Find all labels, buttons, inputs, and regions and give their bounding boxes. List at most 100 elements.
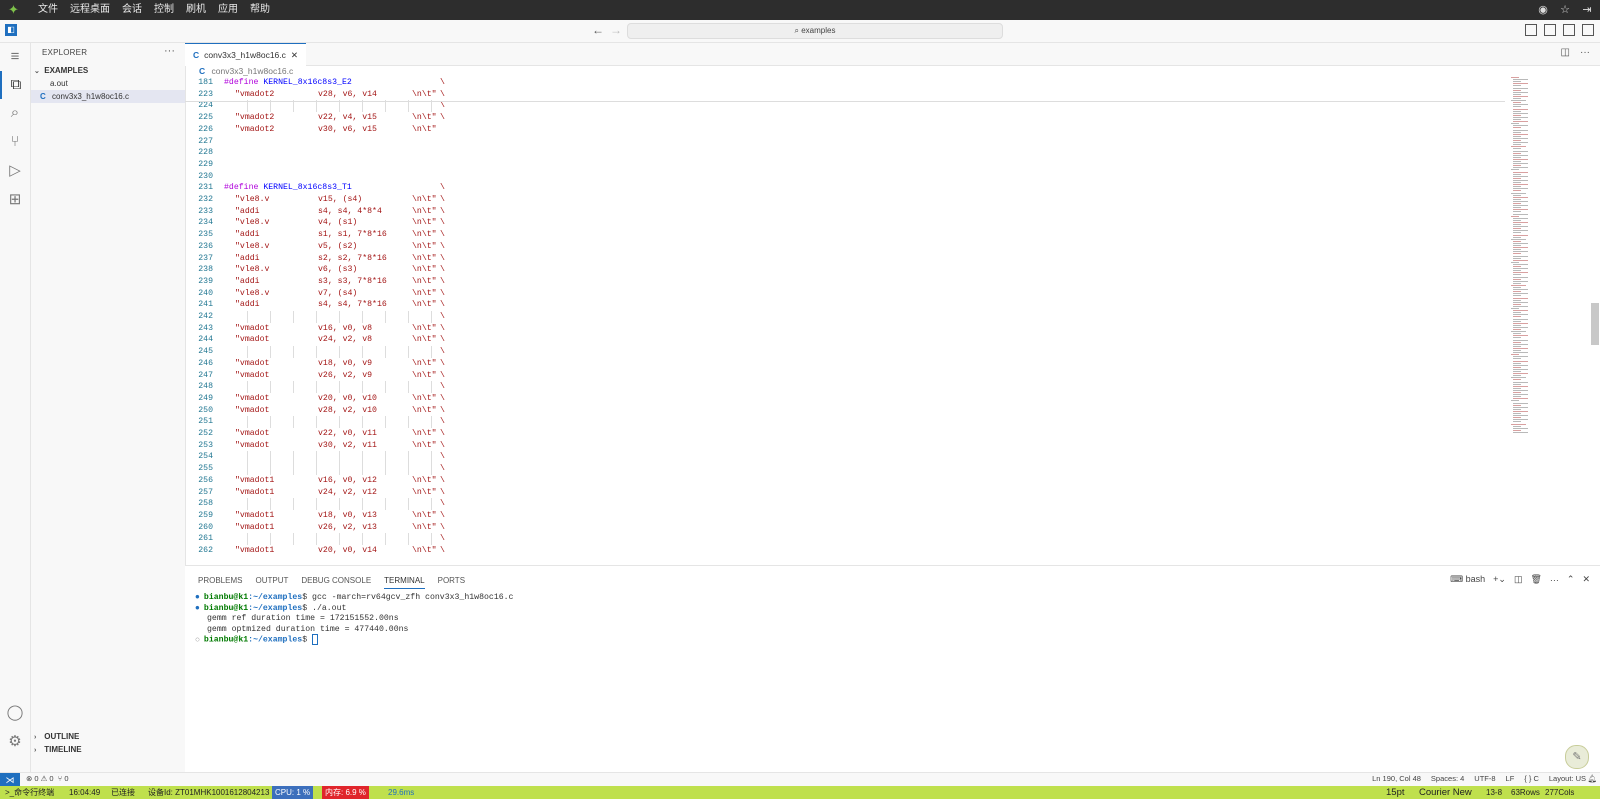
split-terminal-icon[interactable]: ◫ xyxy=(1514,574,1523,585)
keyboard-layout[interactable]: Layout: US xyxy=(1549,774,1586,783)
menu-flash[interactable]: 刷机 xyxy=(186,0,206,20)
minimap-line xyxy=(1513,150,1528,152)
code-line: 246 "vmadot v18, v0, v9 \n\t" \ xyxy=(185,358,785,370)
font-name[interactable]: Courier New xyxy=(1416,786,1475,799)
line-number: 250 xyxy=(198,405,213,415)
file-item-conv3x3[interactable]: C conv3x3_h1w8oc16.c xyxy=(31,90,185,103)
minimap-line xyxy=(1513,415,1528,417)
problems-status[interactable]: ⊗ 0 ⚠ 0 ⑂ 0 xyxy=(26,774,69,783)
toggle-primary-sidebar-icon[interactable] xyxy=(1544,24,1556,36)
command-center-search[interactable]: ⌕ examples xyxy=(627,23,1003,39)
minimap-line xyxy=(1513,381,1528,383)
gear-icon[interactable]: ⚙ xyxy=(0,728,30,756)
indent-guide xyxy=(293,311,294,323)
code-editor[interactable]: 181 #define KERNEL_8x16c8s3_E2 \ 223 "vmadot… xyxy=(185,77,1505,564)
close-icon[interactable]: ✕ xyxy=(291,50,298,61)
exit-icon[interactable]: ⇥ xyxy=(1580,2,1594,18)
folder-examples[interactable]: ⌄ EXAMPLES xyxy=(31,64,185,77)
menu-icon[interactable]: ≡ xyxy=(0,43,30,71)
code-escape: \n\t" xyxy=(412,429,437,438)
menu-remote-desktop[interactable]: 远程桌面 xyxy=(70,0,110,20)
terminal-button[interactable]: >_命令行终端 xyxy=(2,786,57,799)
split-editor-icon[interactable]: ◫ xyxy=(1561,47,1570,58)
menu-control[interactable]: 控制 xyxy=(154,0,174,20)
panel-tabs: PROBLEMS OUTPUT DEBUG CONSOLE TERMINAL P… xyxy=(198,576,465,589)
toggle-panel-icon[interactable] xyxy=(1563,24,1575,36)
chat-icon[interactable]: ✎ xyxy=(1565,745,1589,769)
code-operands: s2, s2, 7*8*16 xyxy=(318,253,387,263)
editor-scrollbar[interactable] xyxy=(1591,303,1599,345)
tab-output[interactable]: OUTPUT xyxy=(255,576,288,589)
file-label: conv3x3_h1w8oc16.c xyxy=(52,92,129,101)
minimap-line xyxy=(1511,123,1519,125)
code-instruction: "vle8.v xyxy=(235,241,270,251)
minimap-line xyxy=(1513,322,1528,324)
indent-guide xyxy=(293,533,294,545)
explorer-icon[interactable]: ⧉ xyxy=(0,71,30,99)
code-operands: v24, v2, v12 xyxy=(318,487,377,497)
tab-ports[interactable]: PORTS xyxy=(438,576,465,589)
indentation[interactable]: Spaces: 4 xyxy=(1431,774,1464,783)
minimap[interactable] xyxy=(1511,77,1561,437)
line-number: 256 xyxy=(198,475,213,485)
minimap-line xyxy=(1513,350,1521,351)
code-instruction: "vmadot xyxy=(235,370,270,380)
customize-layout-icon[interactable] xyxy=(1525,24,1537,36)
search-icon[interactable]: ⌕ xyxy=(0,99,30,127)
bell-icon[interactable]: 🔔︎ xyxy=(1587,774,1597,783)
menu-apps[interactable]: 应用 xyxy=(218,0,238,20)
outline-label: OUTLINE xyxy=(44,732,80,741)
minimap-line xyxy=(1513,116,1528,118)
run-debug-icon[interactable]: ▷ xyxy=(0,157,30,185)
source-control-icon[interactable]: ⑂ xyxy=(0,128,30,156)
file-item-a-out[interactable]: a.out xyxy=(31,77,185,90)
maximize-panel-icon[interactable]: ⌃ xyxy=(1567,574,1575,585)
indent-guide xyxy=(247,416,248,428)
minimap-line xyxy=(1513,425,1521,427)
tab-problems[interactable]: PROBLEMS xyxy=(198,576,242,589)
menu-file[interactable]: 文件 xyxy=(38,0,58,20)
cursor-position[interactable]: Ln 190, Col 48 xyxy=(1372,774,1421,783)
language-mode[interactable]: { } C xyxy=(1524,774,1539,783)
code-escape: \n\t" xyxy=(412,487,437,497)
arrow-left-icon[interactable]: ← xyxy=(592,23,604,37)
more-actions-icon[interactable]: ··· xyxy=(164,45,175,57)
ports-status[interactable]: ⑂ 0 xyxy=(58,774,69,783)
breadcrumb[interactable]: C conv3x3_h1w8oc16.c xyxy=(199,66,293,76)
minimap-line xyxy=(1513,198,1521,200)
code-operands: v22, v0, v11 xyxy=(318,429,377,438)
minimap-line xyxy=(1513,177,1521,179)
account-icon[interactable]: ◯ xyxy=(0,699,30,727)
more-actions-icon[interactable]: ··· xyxy=(1580,47,1590,58)
indent-guide xyxy=(339,346,340,358)
line-number: 247 xyxy=(198,370,213,380)
menu-help[interactable]: 帮助 xyxy=(250,0,270,20)
font-size[interactable]: 15pt xyxy=(1383,786,1408,799)
tab-terminal[interactable]: TERMINAL xyxy=(384,576,425,589)
eol[interactable]: LF xyxy=(1506,774,1515,783)
extensions-icon[interactable]: ⊞ xyxy=(0,186,30,214)
star-icon[interactable]: ☆ xyxy=(1558,2,1572,18)
settings-circle-icon[interactable]: ◉ xyxy=(1536,2,1550,18)
trash-icon[interactable]: 🗑 xyxy=(1530,574,1541,585)
indent-guide xyxy=(408,498,409,510)
indent-guide xyxy=(431,311,432,323)
timeline-section[interactable]: › TIMELINE xyxy=(31,743,185,756)
indent-guide xyxy=(362,100,363,113)
code-instruction: "vle8.v xyxy=(235,265,270,275)
arrow-right-icon[interactable]: → xyxy=(610,23,622,37)
new-terminal-icon[interactable]: +⌄ xyxy=(1493,574,1506,585)
encoding[interactable]: UTF-8 xyxy=(1474,774,1495,783)
menu-session[interactable]: 会话 xyxy=(122,0,142,20)
tab-debug-console[interactable]: DEBUG CONSOLE xyxy=(301,576,371,589)
code-line-continuation: \ xyxy=(440,312,445,321)
toggle-secondary-sidebar-icon[interactable] xyxy=(1582,24,1594,36)
remote-indicator-icon[interactable]: ⋊ xyxy=(0,773,20,787)
terminal-shell-selector[interactable]: ⌨ bash xyxy=(1450,574,1485,585)
close-icon[interactable]: ✕ xyxy=(1582,574,1590,585)
tab-conv3x3[interactable]: C conv3x3_h1w8oc16.c ✕ xyxy=(185,43,307,66)
outline-section[interactable]: › OUTLINE xyxy=(31,730,185,743)
more-actions-icon[interactable]: ··· xyxy=(1550,575,1559,585)
minimap-line xyxy=(1513,129,1528,131)
code-line-continuation: \ xyxy=(440,323,445,333)
